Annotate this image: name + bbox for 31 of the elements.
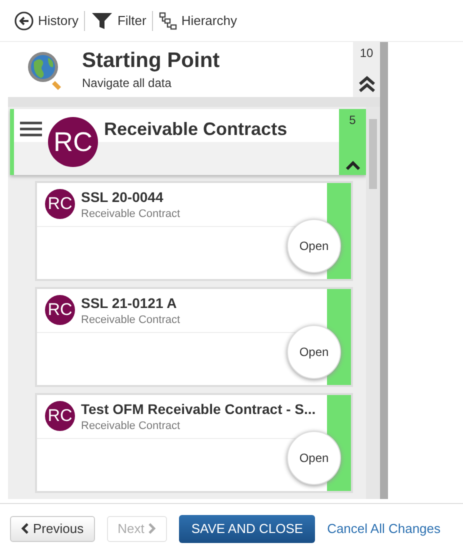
open-button[interactable]: Open [287,325,341,379]
chevron-left-icon [21,523,29,534]
open-button[interactable]: Open [287,219,341,273]
record-type: Receivable Contract [81,314,180,326]
filter-button[interactable]: Filter [89,10,148,30]
menu-icon[interactable] [20,121,42,137]
record-avatar: RC [45,189,75,219]
starting-point-subtitle: Navigate all data [82,76,172,90]
open-button[interactable]: Open [287,431,341,485]
cancel-changes-link[interactable]: Cancel All Changes [327,521,441,536]
count-label: 10 [360,46,374,60]
chevron-right-icon [148,523,156,534]
record-type: Receivable Contract [81,208,180,220]
chevron-up-icon[interactable] [344,159,360,171]
filter-icon [91,10,114,30]
starting-point-title: Starting Point [82,49,221,73]
hierarchy-button[interactable]: Hierarchy [157,12,239,30]
entity-avatar: RC [48,117,98,167]
record-type: Receivable Contract [81,420,182,432]
save-and-close-button[interactable]: SAVE AND CLOSE [179,514,316,542]
group-title: Receivable Contracts [104,119,288,140]
record-avatar: RC [45,401,75,431]
record-avatar: RC [45,295,75,325]
record-title: SSL 21-0121 A [81,295,178,311]
count-label: 5 [349,113,356,127]
double-chevron-up-icon[interactable] [358,75,376,93]
hierarchy-icon [159,12,178,30]
history-button[interactable]: History [12,10,80,30]
record-title: SSL 20-0044 [81,189,164,205]
previous-button[interactable]: Previous [10,516,95,542]
scrollbar[interactable] [366,107,380,499]
